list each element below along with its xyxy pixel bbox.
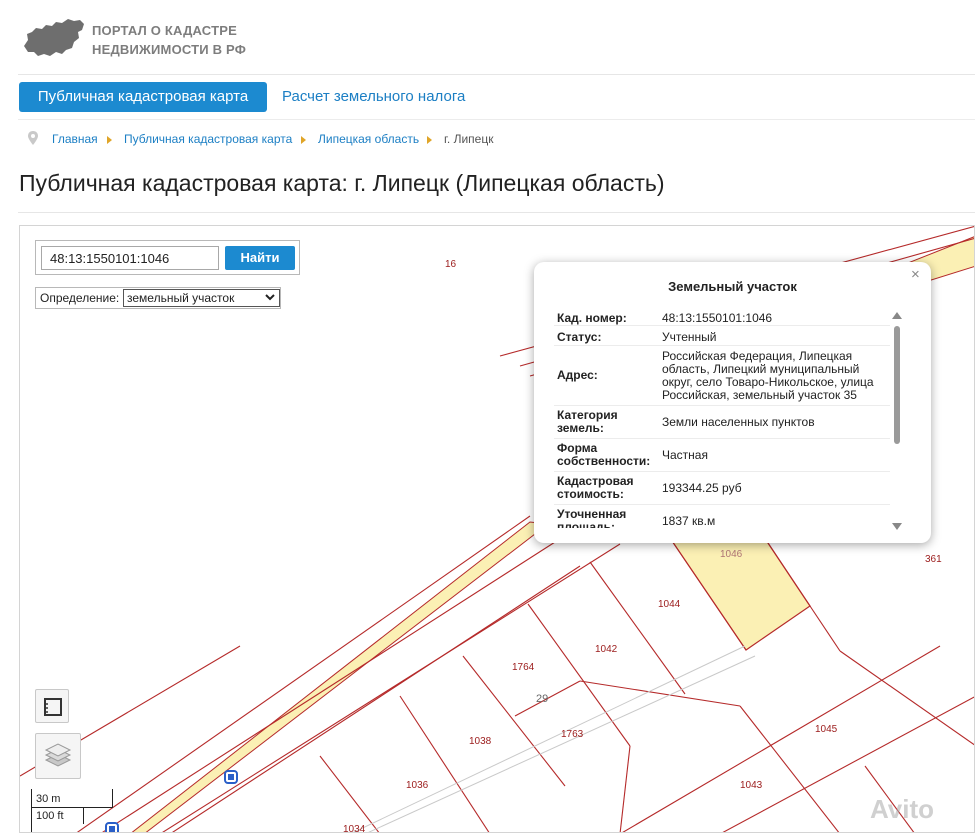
info-value: Земли населенных пунктов [662, 415, 815, 429]
parcel-label: 1034 [343, 824, 366, 833]
breadcrumb-separator-icon [107, 136, 112, 144]
chevron-down-icon [265, 294, 275, 301]
info-value: 1837 кв.м [662, 514, 716, 528]
parcel-label: 1042 [595, 644, 618, 655]
info-value: Учтенный [662, 330, 717, 344]
scale-tick [83, 807, 84, 824]
info-row-cadastral-value: Кадастровая стоимость: 193344.25 руб [554, 472, 890, 505]
breadcrumb-city: г. Липецк [444, 132, 494, 146]
ruler-icon [44, 698, 62, 716]
scale-tick [112, 789, 113, 807]
parcel-label: 1044 [658, 599, 681, 610]
popup-body: Кад. номер: 48:13:1550101:1046 Статус: У… [554, 306, 890, 528]
breadcrumb-home[interactable]: Главная [52, 132, 98, 146]
info-row-status: Статус: Учтенный [554, 326, 890, 346]
selected-parcel[interactable] [668, 527, 811, 651]
scale-imperial: 100 ft [36, 810, 64, 822]
info-key: Статус: [557, 330, 602, 344]
parcel-label: 29 [536, 693, 549, 705]
parcel-label: 361 [925, 554, 942, 565]
layers-button[interactable] [35, 733, 81, 779]
scroll-thumb[interactable] [894, 326, 900, 444]
avito-watermark: Avito [870, 794, 935, 824]
info-value: Российская Федерация, Липецкая область, … [662, 349, 874, 402]
layers-icon [44, 743, 72, 767]
scale-tick [31, 789, 32, 832]
tab-cadastral-map[interactable]: Публичная кадастровая карта [19, 82, 267, 112]
definition-select[interactable]: земельный участок [123, 289, 280, 307]
map-scale: 30 m 100 ft [31, 789, 116, 832]
header-divider [18, 74, 975, 75]
definition-label: Определение: [40, 291, 120, 305]
scroll-up-icon[interactable] [892, 312, 902, 319]
parcel-label: 1045 [815, 724, 838, 735]
cadastral-map[interactable]: 16 1046 361 1044 1042 1764 29 1038 1763 … [19, 225, 975, 833]
logo-line-2: НЕДВИЖИМОСТИ В РФ [92, 42, 247, 57]
info-value: Частная [662, 448, 708, 462]
parcel-label: 16 [445, 259, 457, 270]
breadcrumb-separator-icon [427, 136, 432, 144]
info-key: Категория земель: [557, 408, 618, 435]
breadcrumb-region[interactable]: Липецкая область [318, 132, 419, 146]
logo-line-1: ПОРТАЛ О КАДАСТРЕ [92, 23, 237, 38]
info-row-area: Уточненная площадь: 1837 кв.м [554, 505, 890, 529]
info-value: 193344.25 руб [662, 481, 742, 495]
scroll-down-icon[interactable] [892, 523, 902, 530]
info-value: 48:13:1550101:1046 [662, 311, 773, 325]
cadastral-number-input[interactable] [41, 246, 219, 270]
russia-map-icon [24, 19, 84, 56]
nav-divider [18, 119, 975, 120]
info-key: Кад. номер: [557, 311, 627, 325]
bus-stop-icon[interactable] [224, 770, 238, 784]
info-row-ownership: Форма собственности: Частная [554, 439, 890, 472]
info-key: Кадастровая стоимость: [557, 474, 634, 501]
ruler-tool-button[interactable] [35, 689, 69, 723]
site-logo[interactable]: ПОРТАЛ О КАДАСТРЕ НЕДВИЖИМОСТИ В РФ [22, 14, 422, 64]
parcel-label: 1036 [406, 780, 429, 791]
parcel-label: 1764 [512, 662, 535, 673]
info-key: Форма собственности: [557, 441, 651, 468]
parcel-label-selected: 1046 [720, 549, 743, 560]
scale-metric: 30 m [36, 793, 61, 805]
definition-row: Определение: земельный участок [35, 287, 281, 309]
popup-title: Земельный участок [668, 279, 797, 294]
search-panel: Найти [35, 240, 300, 275]
scale-bar [31, 807, 113, 808]
road-strip-main [131, 521, 550, 832]
logo-text: ПОРТАЛ О КАДАСТРЕ НЕДВИЖИМОСТИ В РФ [92, 21, 246, 59]
parcel-label: 1763 [561, 729, 584, 740]
definition-select-value: земельный участок [127, 291, 235, 305]
info-row-land-category: Категория земель: Земли населенных пункт… [554, 406, 890, 439]
parcel-label: 1043 [740, 780, 763, 791]
title-divider [18, 212, 975, 213]
tab-land-tax[interactable]: Расчет земельного налога [282, 82, 492, 112]
parcel-info-popup: × Земельный участок Кад. номер: 48:13:15… [534, 262, 931, 543]
parcel-label: 1038 [469, 736, 492, 747]
info-key: Уточненная площадь: [557, 507, 627, 529]
breadcrumb-separator-icon [301, 136, 306, 144]
location-pin-icon [28, 131, 38, 145]
find-button[interactable]: Найти [225, 246, 295, 270]
info-key: Адрес: [557, 368, 598, 382]
page-title: Публичная кадастровая карта: г. Липецк (… [19, 170, 665, 196]
popup-scrollbar[interactable] [892, 312, 902, 530]
info-row-cadastral-number: Кад. номер: 48:13:1550101:1046 [554, 306, 890, 326]
info-row-address: Адрес: Российская Федерация, Липецкая об… [554, 346, 890, 406]
breadcrumb-cadastral-map[interactable]: Публичная кадастровая карта [124, 132, 292, 146]
